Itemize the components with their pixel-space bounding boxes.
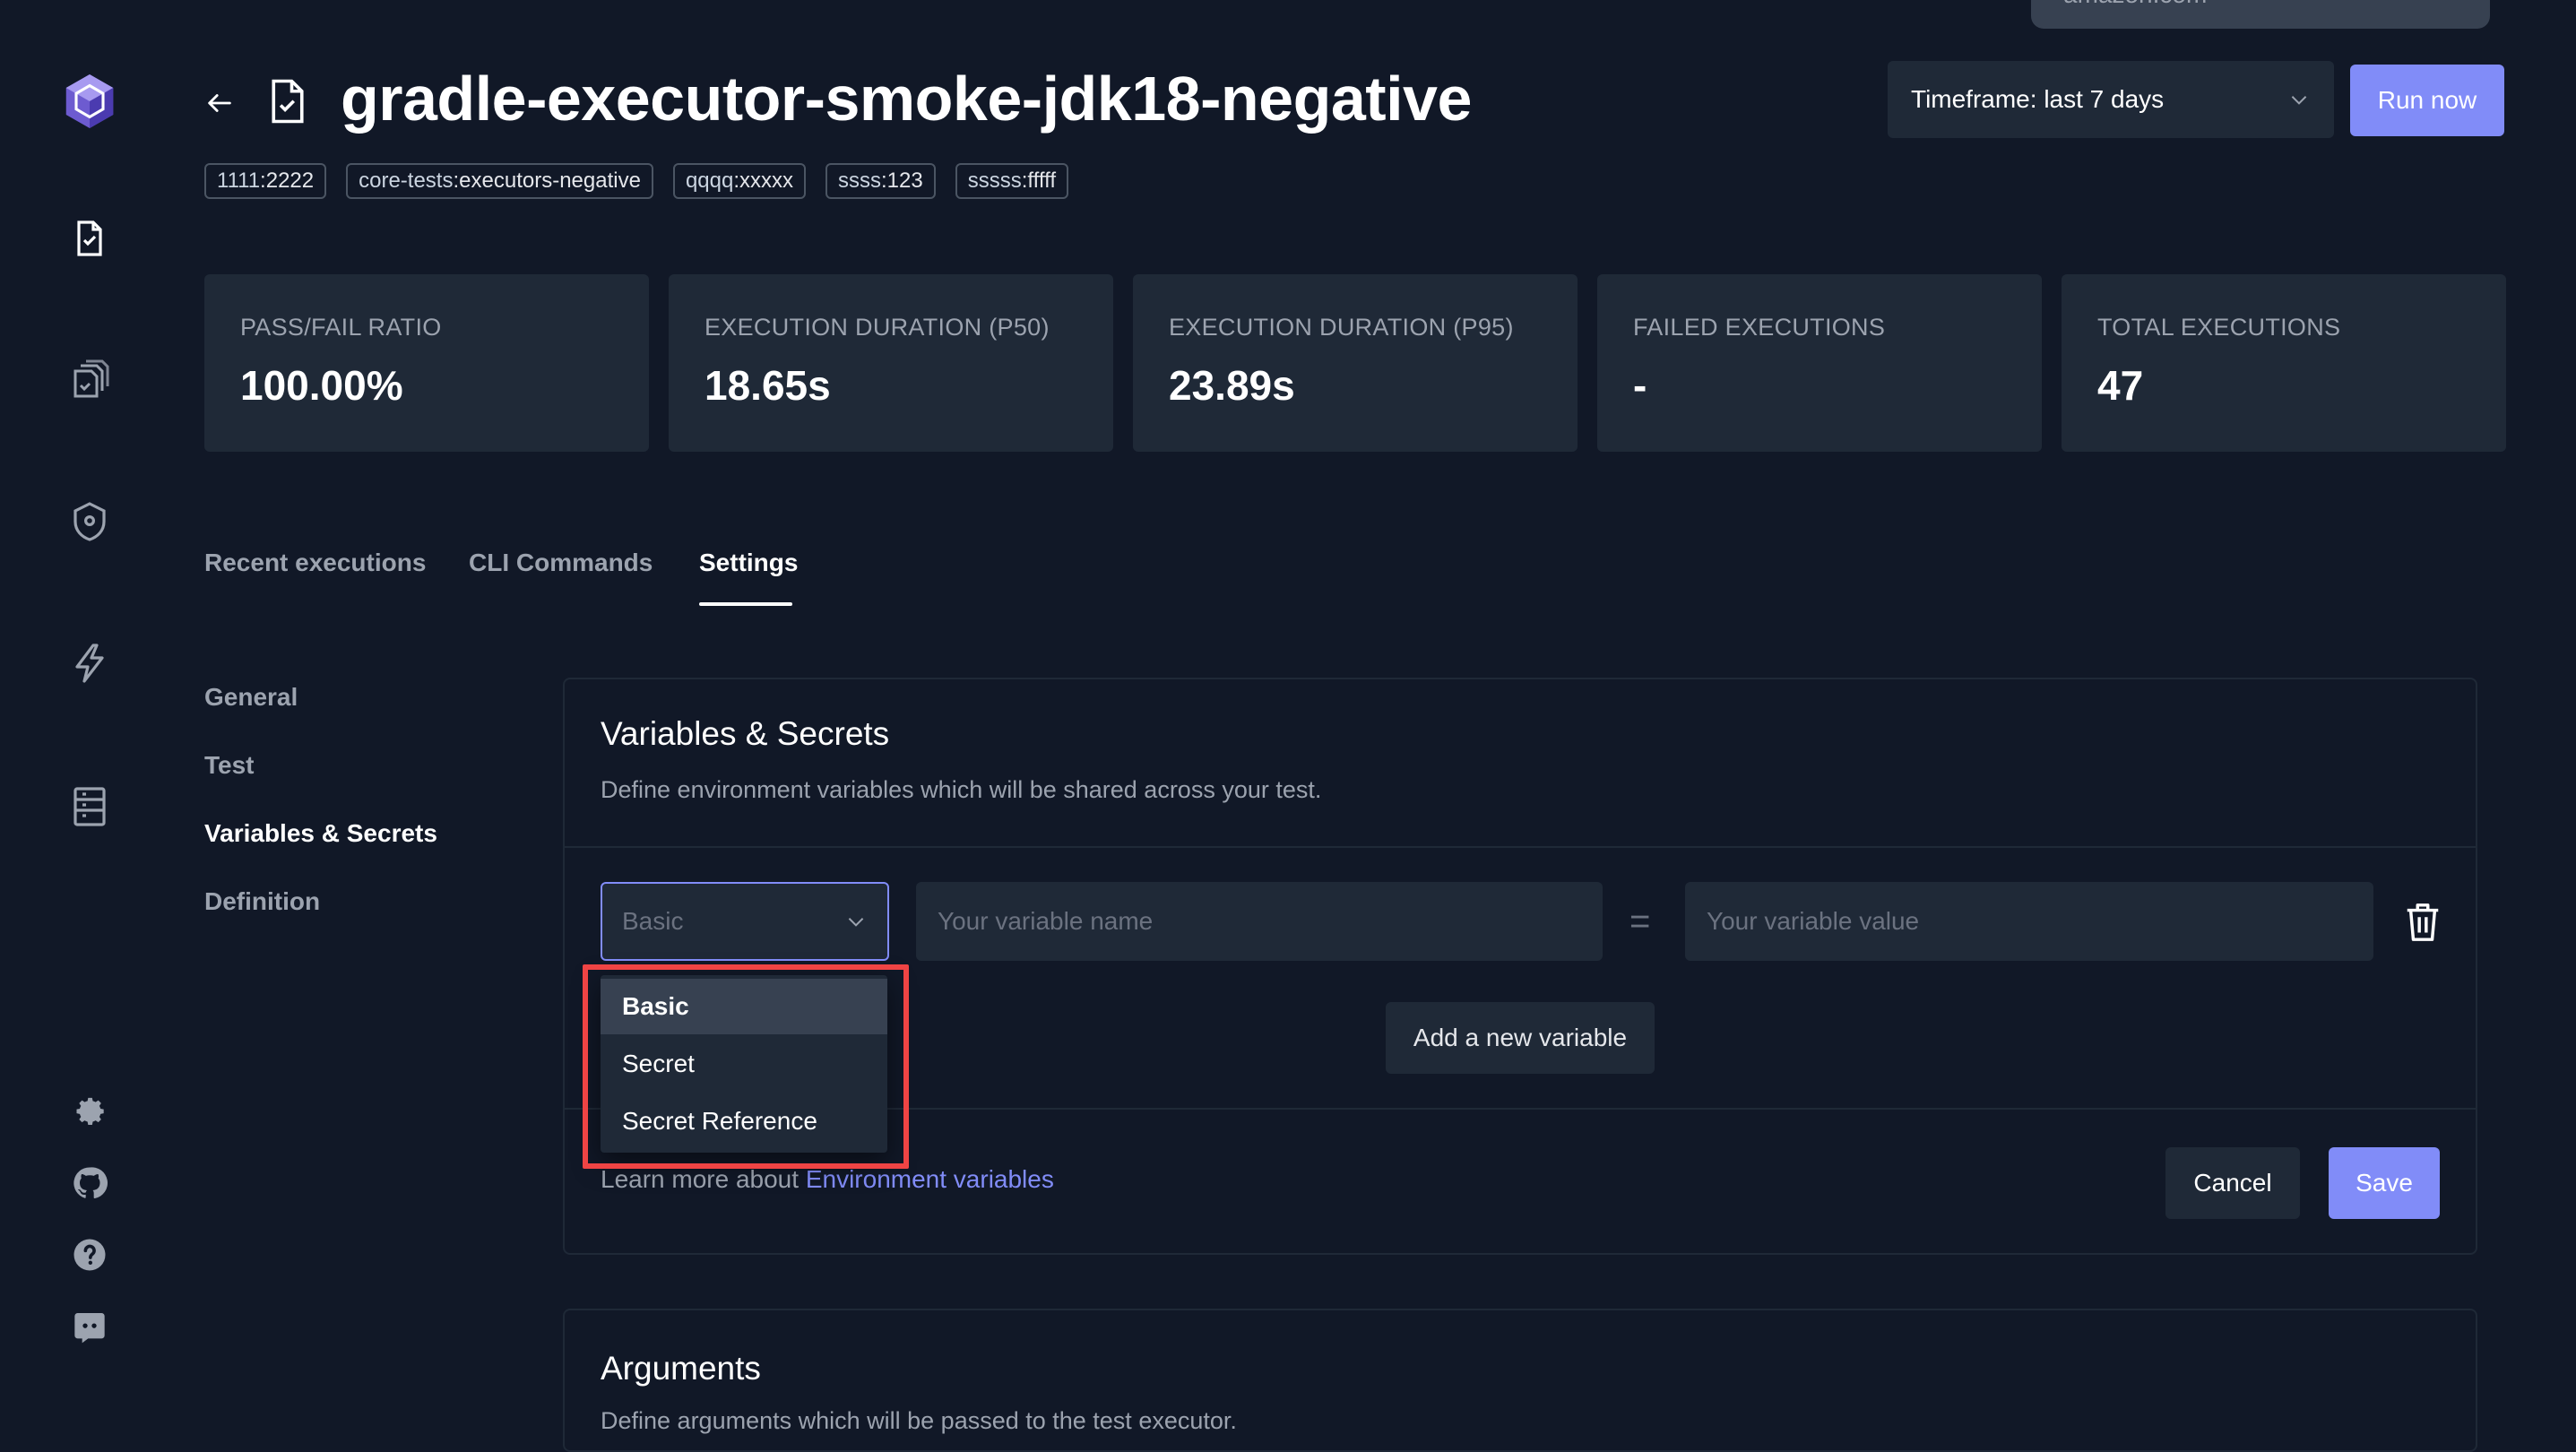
active-tab-indicator bbox=[699, 602, 792, 606]
annotation-highlight-box bbox=[583, 964, 909, 1169]
help-icon[interactable] bbox=[63, 1228, 117, 1282]
save-button[interactable]: Save bbox=[2329, 1147, 2440, 1219]
arrow-left-icon bbox=[208, 94, 231, 112]
settings-nav-test[interactable]: Test bbox=[204, 751, 255, 780]
variable-name-input[interactable] bbox=[916, 882, 1603, 961]
arguments-title: Arguments bbox=[601, 1350, 761, 1387]
settings-nav-variables-secrets[interactable]: Variables & Secrets bbox=[204, 819, 437, 848]
metric-value: 23.89s bbox=[1169, 362, 1295, 409]
executors-shield-icon[interactable] bbox=[63, 495, 117, 549]
timeframe-select[interactable]: Timeframe: last 7 days bbox=[1888, 61, 2334, 138]
labels-row: 1111:2222 core-tests: executors-negative … bbox=[204, 163, 1068, 199]
test-file-icon[interactable] bbox=[63, 212, 117, 265]
trash-icon[interactable] bbox=[2402, 900, 2443, 945]
triggers-bolt-icon[interactable] bbox=[63, 636, 117, 690]
page-title: gradle-executor-smoke-jdk18-negative bbox=[341, 64, 1472, 134]
metric-card: PASS/FAIL RATIO 100.00% bbox=[204, 274, 649, 452]
github-icon[interactable] bbox=[63, 1156, 117, 1210]
metric-card: EXECUTION DURATION (P50) 18.65s bbox=[669, 274, 1113, 452]
settings-nav-general[interactable]: General bbox=[204, 683, 298, 712]
back-button[interactable] bbox=[199, 82, 240, 124]
arguments-description: Define arguments which will be passed to… bbox=[601, 1407, 1237, 1434]
label-chip: core-tests: executors-negative bbox=[346, 163, 653, 199]
variables-title: Variables & Secrets bbox=[601, 715, 890, 752]
testkube-logo-icon[interactable] bbox=[63, 61, 117, 142]
run-now-button[interactable]: Run now bbox=[2350, 65, 2504, 136]
tab-cli-commands[interactable]: CLI Commands bbox=[469, 549, 653, 577]
test-suites-icon[interactable] bbox=[63, 353, 117, 407]
metric-card: FAILED EXECUTIONS - bbox=[1597, 274, 2042, 452]
metric-label: TOTAL EXECUTIONS bbox=[2097, 314, 2341, 341]
label-chip: 1111:2222 bbox=[204, 163, 327, 199]
environment-variables-link[interactable]: Environment variables bbox=[806, 1165, 1054, 1193]
equals-sign: = bbox=[1629, 902, 1651, 941]
tab-recent-executions[interactable]: Recent executions bbox=[204, 549, 426, 577]
variable-type-value: Basic bbox=[622, 907, 684, 935]
metric-value: - bbox=[1633, 362, 1647, 409]
settings-gear-icon[interactable] bbox=[63, 1085, 117, 1138]
label-chip: sssss: fffff bbox=[955, 163, 1068, 199]
test-file-icon bbox=[272, 79, 304, 124]
metric-card: EXECUTION DURATION (P95) 23.89s bbox=[1133, 274, 1578, 452]
sidebar bbox=[0, 0, 179, 1416]
top-popover-text: amazon.com bbox=[2063, 0, 2207, 9]
learn-more-text: Learn more about Environment variables bbox=[601, 1165, 1054, 1193]
cancel-button[interactable]: Cancel bbox=[2165, 1147, 2300, 1219]
metric-label: EXECUTION DURATION (P95) bbox=[1169, 314, 1514, 341]
timeframe-label: Timeframe: last 7 days bbox=[1911, 85, 2165, 113]
tab-settings[interactable]: Settings bbox=[699, 549, 798, 577]
chevron-down-icon bbox=[848, 918, 864, 927]
chevron-down-icon bbox=[2291, 96, 2307, 105]
metric-value: 18.65s bbox=[705, 362, 831, 409]
add-variable-button[interactable]: Add a new variable bbox=[1386, 1002, 1655, 1074]
divider bbox=[565, 846, 2476, 848]
metric-value: 47 bbox=[2097, 362, 2144, 409]
label-chip: ssss:123 bbox=[826, 163, 936, 199]
discord-icon[interactable] bbox=[63, 1300, 117, 1353]
metric-label: PASS/FAIL RATIO bbox=[240, 314, 442, 341]
label-chip: qqqq: xxxxx bbox=[672, 163, 806, 199]
variables-description: Define environment variables which will … bbox=[601, 776, 1322, 803]
settings-nav-definition[interactable]: Definition bbox=[204, 887, 320, 916]
metric-label: FAILED EXECUTIONS bbox=[1633, 314, 1886, 341]
metric-label: EXECUTION DURATION (P50) bbox=[705, 314, 1050, 341]
variable-type-select[interactable]: Basic bbox=[601, 882, 889, 961]
variable-value-input[interactable] bbox=[1685, 882, 2373, 961]
top-popover: amazon.com bbox=[2031, 0, 2490, 29]
metric-value: 100.00% bbox=[240, 362, 403, 409]
metric-card: TOTAL EXECUTIONS 47 bbox=[2062, 274, 2506, 452]
sources-list-icon[interactable] bbox=[63, 780, 117, 834]
